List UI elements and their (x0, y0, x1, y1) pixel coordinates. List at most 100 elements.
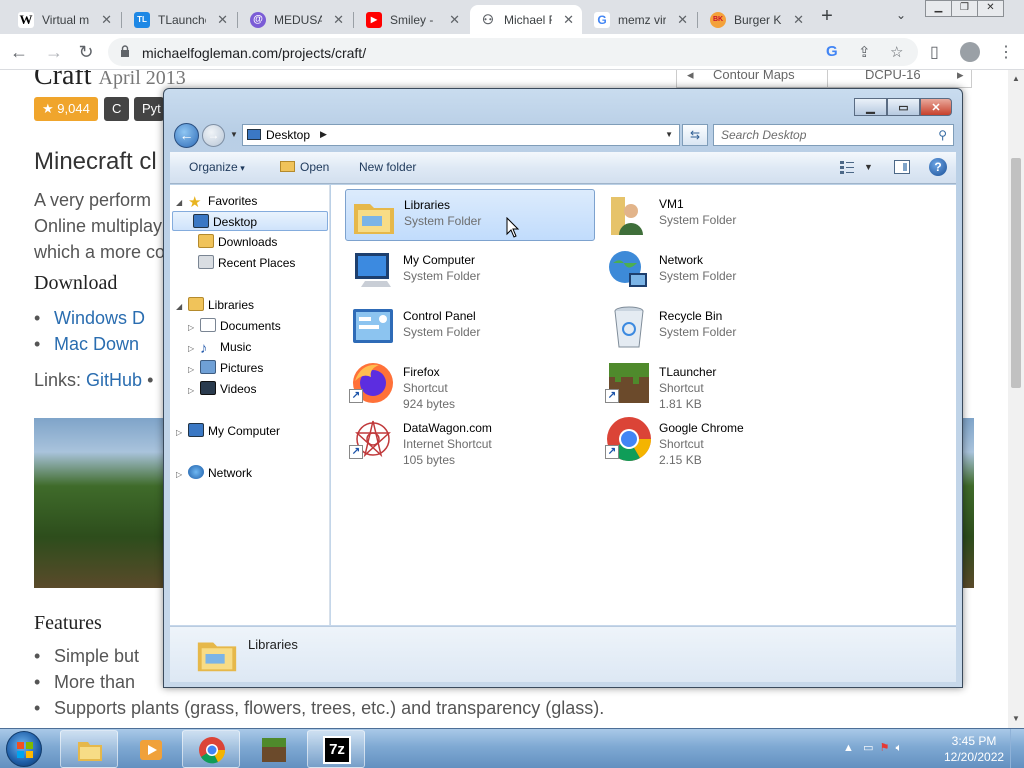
forward-arrow-icon[interactable]: → (202, 124, 225, 147)
action-center-icon[interactable]: ⚑ (880, 742, 890, 754)
nav-item-pictures[interactable]: ▷ Pictures (188, 358, 263, 378)
nav-item-libraries[interactable]: ◢ Libraries (176, 295, 254, 315)
nav-item-music[interactable]: ▷ ♪ Music (188, 337, 251, 357)
scroll-down-icon[interactable]: ▼ (1012, 714, 1020, 723)
taskbar-media-player-button[interactable] (121, 730, 179, 768)
help-icon[interactable]: ? (929, 158, 947, 176)
nav-item-network[interactable]: ▷ Network (176, 463, 252, 483)
start-button[interactable] (6, 731, 42, 767)
show-hidden-icons-icon[interactable]: ▲ (843, 742, 854, 754)
close-icon[interactable]: ✕ (217, 12, 228, 28)
close-icon[interactable]: ✕ (449, 12, 460, 28)
address-dropdown-icon[interactable]: ▼ (665, 130, 673, 139)
close-icon[interactable]: ✕ (563, 12, 574, 28)
file-item-firefox[interactable]: ↗ Firefox Shortcut 924 bytes (345, 357, 595, 411)
refresh-button[interactable]: ⇆ (682, 124, 708, 146)
page-scrollbar[interactable]: ▲ ▼ (1008, 70, 1024, 728)
taskbar-explorer-button[interactable] (60, 730, 118, 768)
expand-arrow-icon[interactable]: ▷ (188, 318, 200, 338)
nav-item-videos[interactable]: ▷ Videos (188, 379, 256, 399)
file-item-recycle-bin[interactable]: Recycle Bin System Folder (601, 301, 851, 353)
mac-download-link[interactable]: Mac Down (34, 334, 139, 355)
nav-item-documents[interactable]: ▷ Documents (188, 316, 281, 336)
file-item-datawagon[interactable]: ↗ DataWagon.com Internet Shortcut 105 by… (345, 413, 595, 467)
recent-pages-dropdown-icon[interactable]: ▼ (230, 130, 238, 139)
breadcrumb-chevron-icon[interactable]: ▶ (320, 129, 327, 140)
organize-menu[interactable]: Organize (189, 160, 245, 174)
browser-tab[interactable]: BK Burger Ki ✕ (700, 5, 812, 34)
browser-tab[interactable]: @ MEDUSA ✕ (240, 5, 352, 34)
stars-badge[interactable]: ★ 9,044 (34, 97, 98, 121)
new-tab-button[interactable]: + (816, 6, 838, 28)
expand-arrow-icon[interactable]: ▷ (176, 423, 188, 443)
collapse-arrow-icon[interactable]: ◢ (176, 297, 188, 317)
file-item-network[interactable]: Network System Folder (601, 245, 851, 297)
windows-download-link[interactable]: Windows D (34, 308, 145, 329)
view-options-dropdown-icon[interactable]: ▼ (864, 162, 873, 172)
expand-arrow-icon[interactable]: ▷ (188, 339, 200, 359)
restore-button[interactable]: ❐ (951, 0, 978, 17)
language-badge[interactable]: C (104, 97, 130, 121)
expand-arrow-icon[interactable]: ▷ (176, 465, 188, 485)
menu-icon[interactable]: ⋮ (998, 42, 1014, 62)
search-icon[interactable]: ⚲ (938, 128, 947, 142)
tab-search-icon[interactable]: ⌄ (896, 8, 906, 22)
back-arrow-icon[interactable]: ← (174, 123, 199, 148)
google-translate-icon[interactable]: G (826, 43, 838, 60)
profile-avatar[interactable] (960, 42, 980, 62)
address-bar[interactable]: Desktop ▶ ▼ (242, 124, 680, 146)
open-button[interactable]: Open (280, 160, 329, 174)
close-icon[interactable]: ✕ (333, 12, 344, 28)
nav-item-favorites[interactable]: ◢ ★ Favorites (176, 191, 257, 211)
file-item-tlauncher[interactable]: ↗ TLauncher Shortcut 1.81 KB (601, 357, 851, 411)
browser-tab[interactable]: G memz vir ✕ (584, 5, 696, 34)
preview-pane-icon[interactable] (894, 160, 910, 174)
taskbar-chrome-button[interactable] (182, 730, 240, 768)
github-link[interactable]: GitHub (86, 370, 142, 390)
reload-button[interactable]: ↻ (76, 42, 96, 62)
nav-item-recent-places[interactable]: Recent Places (198, 253, 295, 273)
next-project-link[interactable]: DCPU-16 (865, 70, 921, 82)
change-view-icon[interactable] (840, 160, 854, 174)
taskbar-7zip-button[interactable]: 7z (307, 730, 365, 768)
address-bar[interactable]: michaelfogleman.com/projects/craft/ G ⇪ … (108, 38, 918, 66)
clock[interactable]: 3:45 PM 12/20/2022 (944, 733, 1004, 765)
volume-icon[interactable]: 🔈︎ (896, 742, 903, 754)
browser-tab[interactable]: TL TLaunche ✕ (124, 5, 236, 34)
prev-project-link[interactable]: Contour Maps (713, 70, 795, 82)
scrollbar-thumb[interactable] (1011, 158, 1021, 388)
minimize-button[interactable]: ▁ (854, 98, 887, 116)
file-item-vm1[interactable]: VM1 System Folder (601, 189, 851, 241)
file-item-google-chrome[interactable]: ↗ Google Chrome Shortcut 2.15 KB (601, 413, 851, 467)
breadcrumb-desktop[interactable]: Desktop (266, 128, 310, 142)
minimize-button[interactable]: ▁ (925, 0, 952, 17)
file-item-libraries[interactable]: Libraries System Folder (345, 189, 595, 241)
new-folder-button[interactable]: New folder (359, 160, 416, 174)
close-button[interactable]: ✕ (977, 0, 1004, 17)
taskbar-minecraft-button[interactable] (244, 730, 302, 768)
nav-item-desktop[interactable]: Desktop (172, 211, 328, 231)
chevron-left-icon[interactable]: ◂ (687, 70, 694, 83)
browser-tab-active[interactable]: ⚇ Michael F ✕ (470, 5, 582, 34)
scroll-up-icon[interactable]: ▲ (1012, 74, 1020, 83)
share-icon[interactable]: ⇪ (858, 43, 871, 61)
file-item-control-panel[interactable]: Control Panel System Folder (345, 301, 595, 353)
browser-tab[interactable]: W Virtual m ✕ (8, 5, 120, 34)
close-icon[interactable]: ✕ (101, 12, 112, 28)
chevron-right-icon[interactable]: ▸ (957, 70, 964, 83)
browser-tab[interactable]: ▶ Smiley - ✕ (356, 5, 468, 34)
nav-item-downloads[interactable]: Downloads (198, 232, 277, 252)
network-tray-icon[interactable]: ▭ (863, 742, 873, 754)
maximize-button[interactable]: ▭ (887, 98, 920, 116)
bookmark-star-icon[interactable]: ☆ (890, 43, 903, 61)
show-desktop-button[interactable] (1010, 729, 1024, 768)
close-icon[interactable]: ✕ (677, 12, 688, 28)
side-panel-icon[interactable]: ▯ (930, 42, 939, 62)
forward-button[interactable]: → (44, 42, 64, 62)
close-button[interactable]: ✕ (920, 98, 952, 116)
close-icon[interactable]: ✕ (793, 12, 804, 28)
expand-arrow-icon[interactable]: ▷ (188, 381, 200, 401)
file-item-my-computer[interactable]: My Computer System Folder (345, 245, 595, 297)
back-button[interactable]: ← (9, 42, 29, 62)
expand-arrow-icon[interactable]: ▷ (188, 360, 200, 380)
